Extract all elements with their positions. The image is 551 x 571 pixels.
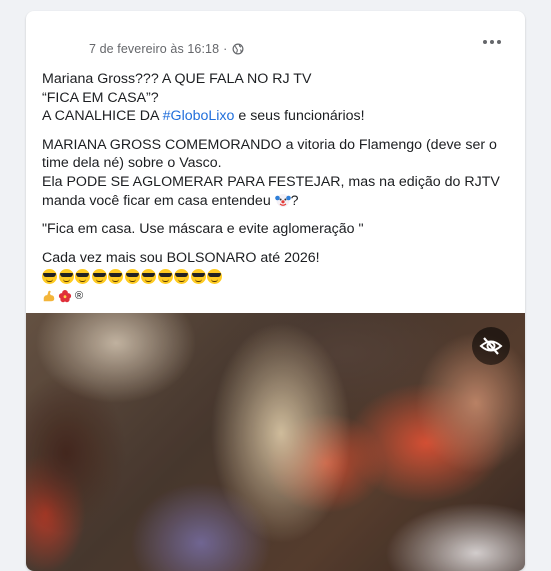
post-paragraph-3: "Fica em casa. Use máscara e evite aglom… [42,220,512,239]
hashtag-link[interactable]: #GloboLixo [163,108,235,124]
post-header: 7 de fevereiro às 16:18 · [26,11,525,67]
post-body: Mariana Gross??? A QUE FALA NO RJ TV “FI… [42,70,512,305]
post-card: 7 de fevereiro às 16:18 · Mariana Gross?… [26,11,525,571]
post-timestamp[interactable]: 7 de fevereiro às 16:18 [89,42,219,56]
sunglasses-emoji-icon [207,269,222,285]
video-frame [26,313,525,571]
post-paragraph-1: Mariana Gross??? A QUE FALA NO RJ TV “FI… [42,70,512,126]
final-emoji-row: ® [42,286,512,305]
post-line: MARIANA GROSS COMEMORANDO a vitoria do F… [42,136,497,153]
sunglasses-emoji-icon [124,269,140,285]
sunglasses-emoji-icon [174,269,189,285]
post-line-text: ? [290,192,299,209]
hibiscus-emoji-icon [58,289,71,303]
eye-slash-icon[interactable] [472,327,510,365]
sunglasses-emoji-icon [91,269,107,285]
clown-face-emoji-icon [274,193,291,207]
post-line: "Fica em casa. Use máscara e evite aglom… [42,221,364,238]
post-line-text: A CANALHICE DA [42,108,163,125]
post-line: A CANALHICE DA #GloboLixo e seus funcion… [42,107,512,126]
post-line: Ela PODE SE AGLOMERAR PARA FESTEJAR, mas… [42,173,500,190]
sunglasses-emoji-row [42,267,512,286]
globe-icon [232,43,244,55]
flexed-biceps-emoji-icon [43,290,55,302]
post-paragraph-2: MARIANA GROSS COMEMORANDO a vitoria do F… [42,136,512,210]
sunglasses-emoji-icon [190,269,206,285]
post-line-text: e seus funcionários! [234,108,365,125]
post-line: time dela né) sobre o Vasco. [42,155,222,172]
post-line: Cada vez mais sou BOLSONARO até 2026! [42,249,320,266]
more-options-icon[interactable] [474,30,510,54]
post-line-text: manda você ficar em casa entendeu [42,192,275,209]
post-line: Mariana Gross??? A QUE FALA NO RJ TV [42,71,312,87]
post-line: manda você ficar em casa entendeu ? [42,192,512,211]
sunglasses-emoji-icon [141,269,156,285]
meta-separator: · [223,42,228,56]
post-video[interactable] [26,313,525,571]
post-paragraph-4: Cada vez mais sou BOLSONARO até 2026! [42,249,512,268]
registered-mark: ® [75,289,84,302]
sunglasses-emoji-icon [108,269,123,285]
post-line: “FICA EM CASA”? [42,89,159,106]
sunglasses-emoji-icon [75,269,90,285]
sunglasses-emoji-icon [157,269,173,285]
post-meta: 7 de fevereiro às 16:18 · [89,42,244,56]
sunglasses-emoji-icon [42,269,57,285]
sunglasses-emoji-icon [58,269,74,285]
eye-slash-glyph [479,337,503,355]
